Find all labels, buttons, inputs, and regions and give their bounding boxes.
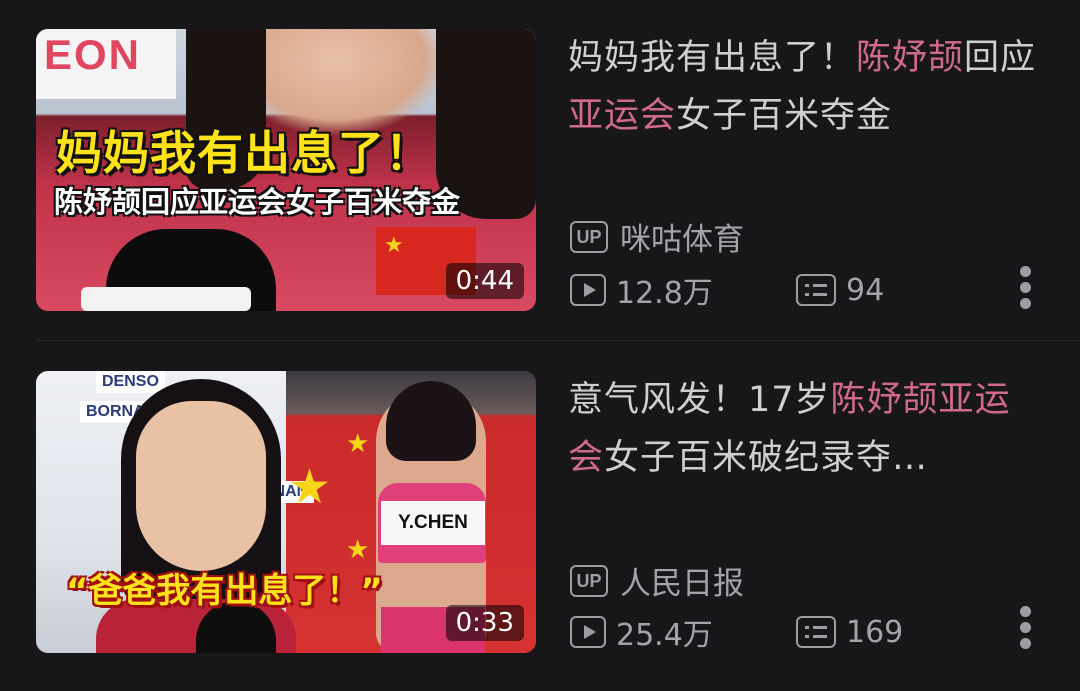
view-count: 12.8万 bbox=[616, 276, 713, 311]
thumbnail-logo: EON bbox=[44, 31, 142, 78]
star-icon: ★ bbox=[288, 459, 332, 515]
up-badge-icon: UP bbox=[570, 220, 608, 253]
thumbnail-caption-sub: 陈妤颉回应亚运会女子百米夺金 bbox=[54, 185, 461, 219]
more-options-icon[interactable] bbox=[1018, 266, 1034, 314]
view-count: 25.4万 bbox=[616, 618, 713, 653]
video-duration: 0:33 bbox=[445, 605, 524, 641]
danmu-icon bbox=[796, 616, 836, 648]
video-stats: 25.4万 169 bbox=[570, 610, 903, 654]
divider bbox=[36, 340, 1080, 341]
more-options-icon[interactable] bbox=[1018, 606, 1034, 654]
video-duration: 0:44 bbox=[445, 263, 524, 299]
video-stats: 12.8万 94 bbox=[570, 268, 884, 312]
star-icon: ★ bbox=[346, 535, 370, 565]
video-thumbnail-2[interactable]: DENSO BORNAN BORNAN ★ ★ ★ Y.CHEN “爸爸我有出息… bbox=[36, 371, 536, 653]
star-icon: ★ bbox=[346, 429, 370, 459]
uploader-name: 人民日报 bbox=[620, 566, 744, 602]
play-count-icon bbox=[570, 274, 606, 306]
uploader-name: 咪咕体育 bbox=[620, 222, 744, 258]
sponsor-logo: DENSO bbox=[96, 371, 165, 393]
uploader-line[interactable]: UP 咪咕体育 bbox=[570, 214, 744, 259]
face-graphic bbox=[136, 401, 266, 571]
thumbnail-quote: “爸爸我有出息了！” bbox=[66, 571, 383, 611]
video-item-1[interactable]: EON ★ 妈妈我有出息了！ 陈妤颉回应亚运会女子百米夺金 0:44 妈妈我有出… bbox=[0, 0, 1080, 341]
star-icon: ★ bbox=[384, 233, 404, 258]
comment-count: 94 bbox=[846, 272, 885, 308]
video-title[interactable]: 意气风发！17岁陈妤颉亚运会女子百米破纪录夺… bbox=[568, 371, 1038, 487]
video-title[interactable]: 妈妈我有出息了！陈妤颉回应亚运会女子百米夺金 bbox=[568, 29, 1038, 145]
video-thumbnail-1[interactable]: EON ★ 妈妈我有出息了！ 陈妤颉回应亚运会女子百米夺金 0:44 bbox=[36, 29, 536, 311]
up-badge-icon: UP bbox=[570, 564, 608, 597]
play-count-icon bbox=[570, 616, 606, 648]
thumbnail-caption-main: 妈妈我有出息了！ bbox=[56, 126, 432, 180]
video-item-2[interactable]: DENSO BORNAN BORNAN ★ ★ ★ Y.CHEN “爸爸我有出息… bbox=[0, 344, 1080, 684]
uploader-line[interactable]: UP 人民日报 bbox=[570, 558, 744, 603]
comment-count: 169 bbox=[846, 614, 904, 650]
athlete-bib: Y.CHEN bbox=[381, 501, 485, 545]
danmu-icon bbox=[796, 274, 836, 306]
